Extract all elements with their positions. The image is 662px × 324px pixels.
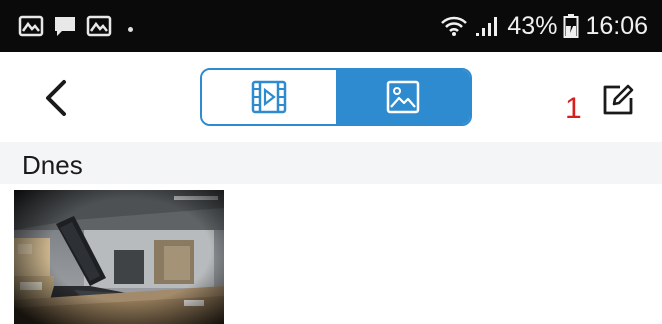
battery-icon xyxy=(563,13,579,39)
photo-thumbnail[interactable] xyxy=(14,190,224,324)
image-icon xyxy=(386,80,420,114)
edit-button[interactable] xyxy=(600,82,636,118)
status-notifications xyxy=(18,0,133,52)
wifi-icon xyxy=(439,14,469,38)
top-app-bar: 1 xyxy=(0,52,662,142)
back-button[interactable] xyxy=(38,76,78,120)
tab-photos[interactable] xyxy=(336,70,470,124)
gallery-icon xyxy=(18,14,44,38)
status-bar: 43% 16:06 xyxy=(0,0,662,52)
gallery-icon xyxy=(86,14,112,38)
tab-videos[interactable] xyxy=(202,70,336,124)
more-notifications-dot xyxy=(128,26,133,32)
media-type-toggle xyxy=(200,68,472,126)
section-title: Dnes xyxy=(22,150,83,180)
chevron-left-icon xyxy=(46,80,66,116)
photo-preview-image xyxy=(14,190,224,324)
clock: 16:06 xyxy=(585,11,648,40)
status-system: 43% 16:06 xyxy=(439,0,648,52)
battery-percent: 43% xyxy=(507,11,558,40)
edit-icon xyxy=(603,84,634,115)
date-section-header: Dnes xyxy=(0,142,662,184)
video-film-icon xyxy=(251,80,287,114)
message-icon xyxy=(52,14,78,38)
annotation-marker: 1 xyxy=(565,92,582,125)
signal-icon xyxy=(475,14,501,38)
